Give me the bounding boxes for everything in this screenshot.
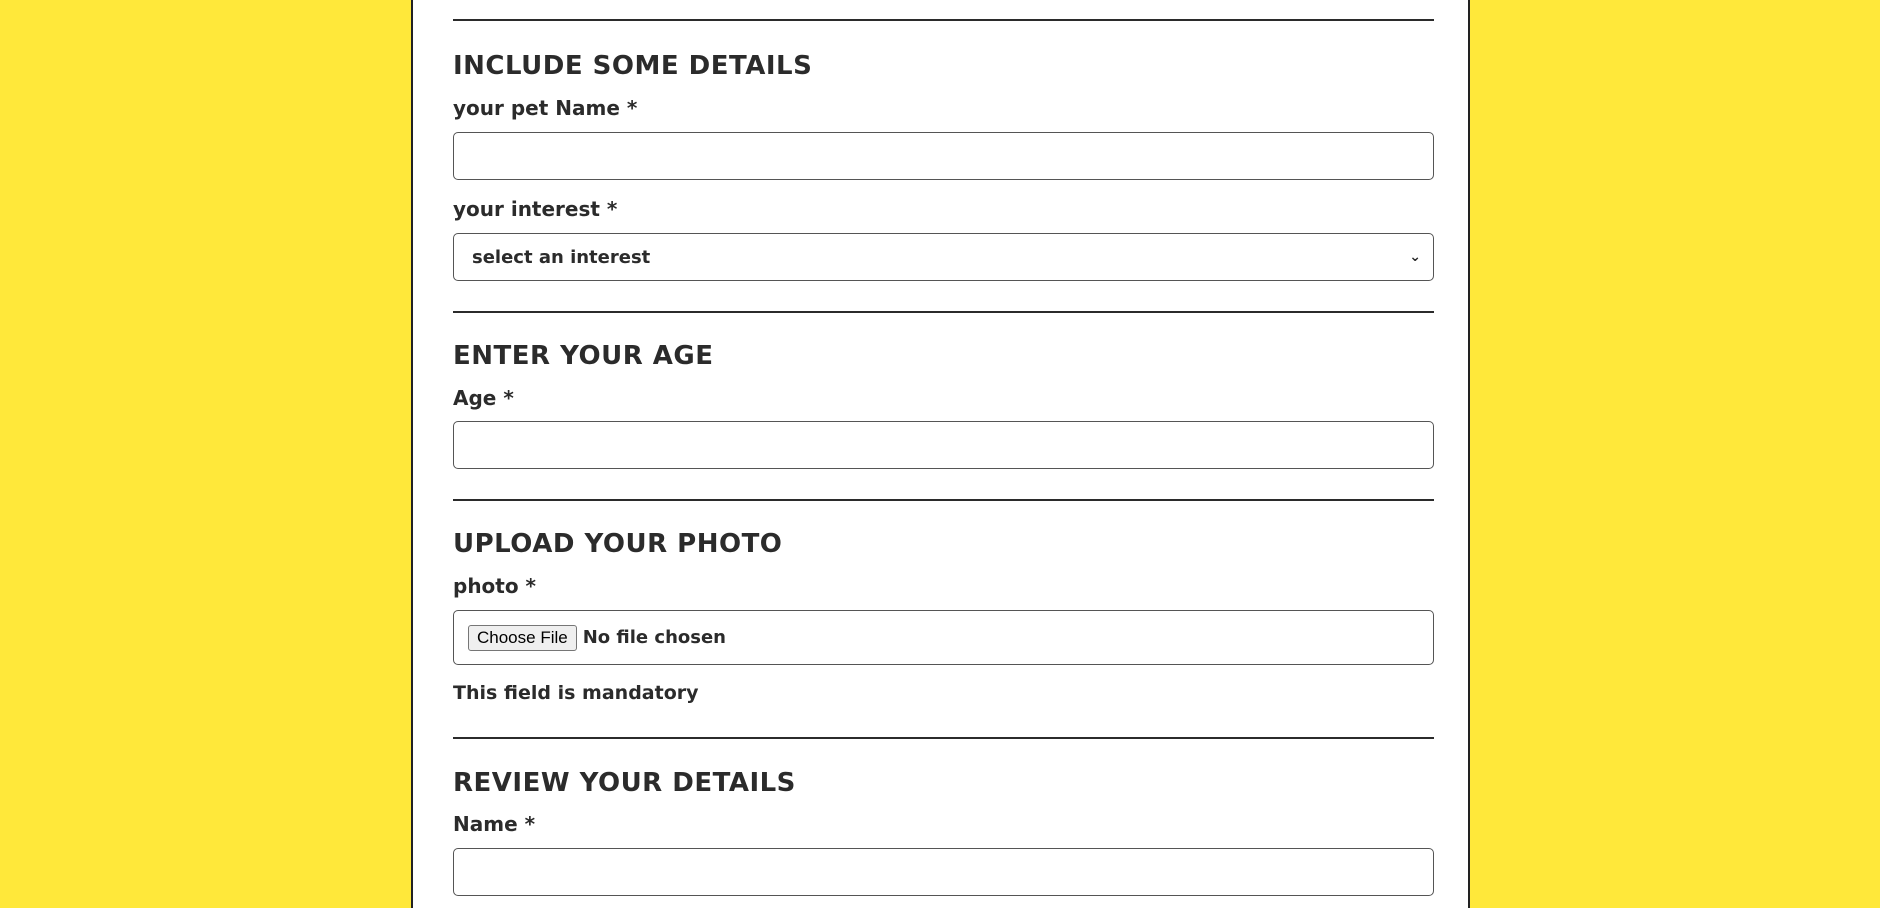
photo-file-input[interactable]: Choose File No file chosen <box>453 610 1434 665</box>
photo-section-title: UPLOAD YOUR PHOTO <box>453 529 783 559</box>
review-name-input[interactable] <box>453 848 1434 896</box>
interest-select[interactable]: select an interest ⌄ <box>453 233 1434 281</box>
section-divider <box>453 737 1434 739</box>
file-status-text: No file chosen <box>582 627 726 648</box>
details-section-title: INCLUDE SOME DETAILS <box>453 51 813 81</box>
choose-file-button[interactable]: Choose File <box>468 624 577 651</box>
review-name-label: Name * <box>453 812 536 836</box>
photo-label: photo * <box>453 574 537 598</box>
age-input[interactable] <box>453 421 1434 469</box>
section-divider <box>453 19 1434 21</box>
pet-name-label: your pet Name * <box>453 96 638 120</box>
interest-selected-value: select an interest <box>472 246 651 268</box>
photo-helper-text: This field is mandatory <box>453 682 699 704</box>
age-section-title: ENTER YOUR AGE <box>453 341 714 371</box>
review-section-title: REVIEW YOUR DETAILS <box>453 768 796 798</box>
interest-label: your interest * <box>453 197 618 221</box>
age-label: Age * <box>453 386 514 410</box>
form-panel: INCLUDE SOME DETAILS your pet Name * you… <box>411 0 1470 908</box>
pet-name-input[interactable] <box>453 132 1434 180</box>
section-divider <box>453 311 1434 313</box>
section-divider <box>453 499 1434 501</box>
chevron-down-icon: ⌄ <box>1409 249 1421 265</box>
